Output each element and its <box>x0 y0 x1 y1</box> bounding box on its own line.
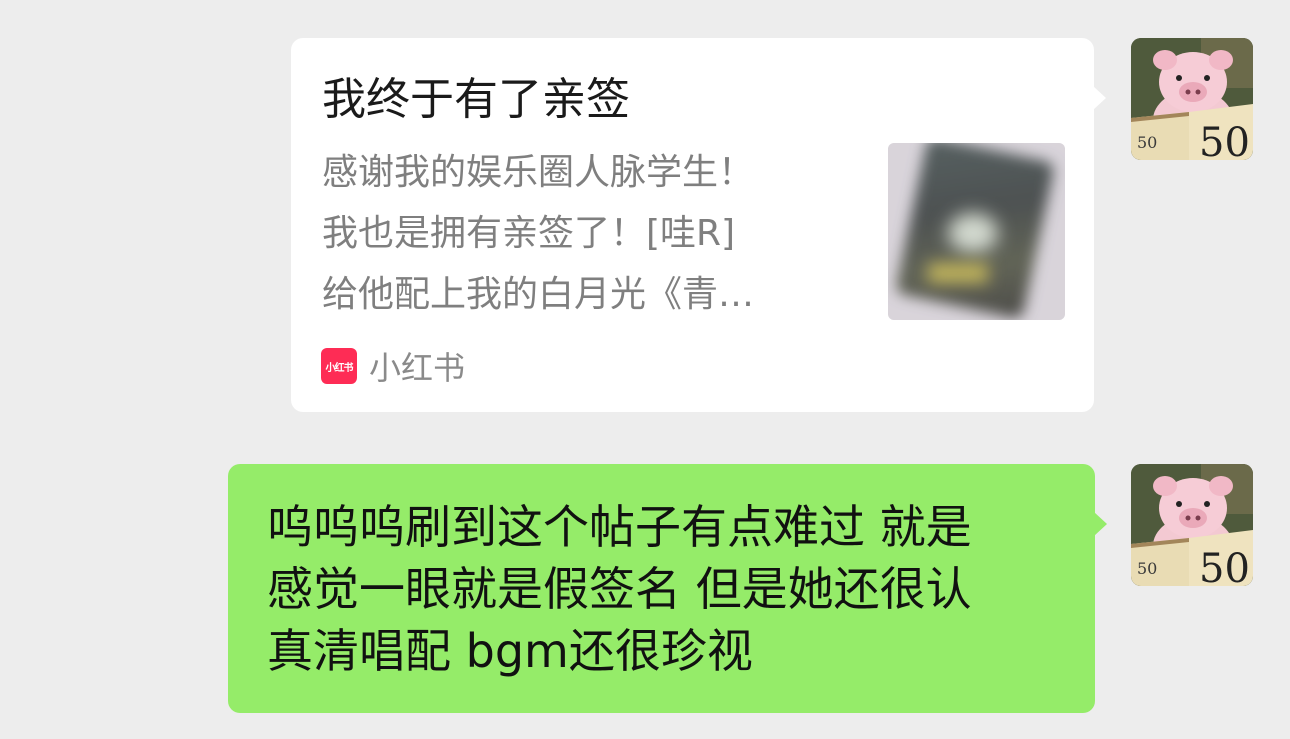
card-description-line: 我也是拥有亲签了！[哇R] <box>322 213 736 254</box>
pig-avatar-icon: 50 50 <box>1131 38 1253 160</box>
card-description: 感谢我的娱乐圈人脉学生！ 我也是拥有亲签了！[哇R] 给他配上我的白月光《青… <box>322 142 842 325</box>
card-title: 我终于有了亲签 <box>322 74 630 125</box>
message-text-line: 感觉一眼就是假签名 但是她还很认 <box>267 562 972 616</box>
message-text-line: 真清唱配 bgm还很珍视 <box>267 624 753 678</box>
xiaohongshu-logo-icon: 小红书 <box>321 348 357 384</box>
message-text: 呜呜呜刷到这个帖子有点难过 就是 感觉一眼就是假签名 但是她还很认 真清唱配 b… <box>267 496 972 682</box>
card-description-line: 感谢我的娱乐圈人脉学生！ <box>322 152 755 193</box>
message-text-line: 呜呜呜刷到这个帖子有点难过 就是 <box>267 500 972 554</box>
shared-link-card[interactable]: 我终于有了亲签 感谢我的娱乐圈人脉学生！ 我也是拥有亲签了！[哇R] 给他配上我… <box>291 38 1106 412</box>
avatar[interactable]: 50 50 <box>1131 38 1253 160</box>
card-description-line: 给他配上我的白月光《青… <box>322 274 755 315</box>
pig-avatar-icon: 50 50 <box>1131 464 1253 586</box>
svg-text:50: 50 <box>1137 559 1157 578</box>
avatar[interactable]: 50 50 <box>1131 464 1253 586</box>
svg-text:50: 50 <box>1199 546 1250 586</box>
chat-message-bubble[interactable]: 呜呜呜刷到这个帖子有点难过 就是 感觉一眼就是假签名 但是她还很认 真清唱配 b… <box>228 464 1107 713</box>
card-thumbnail <box>888 143 1065 320</box>
card-source-name: 小红书 <box>369 349 466 387</box>
card-source: 小红书 小红书 <box>321 348 465 387</box>
svg-text:50: 50 <box>1137 133 1157 152</box>
svg-text:50: 50 <box>1199 120 1250 160</box>
